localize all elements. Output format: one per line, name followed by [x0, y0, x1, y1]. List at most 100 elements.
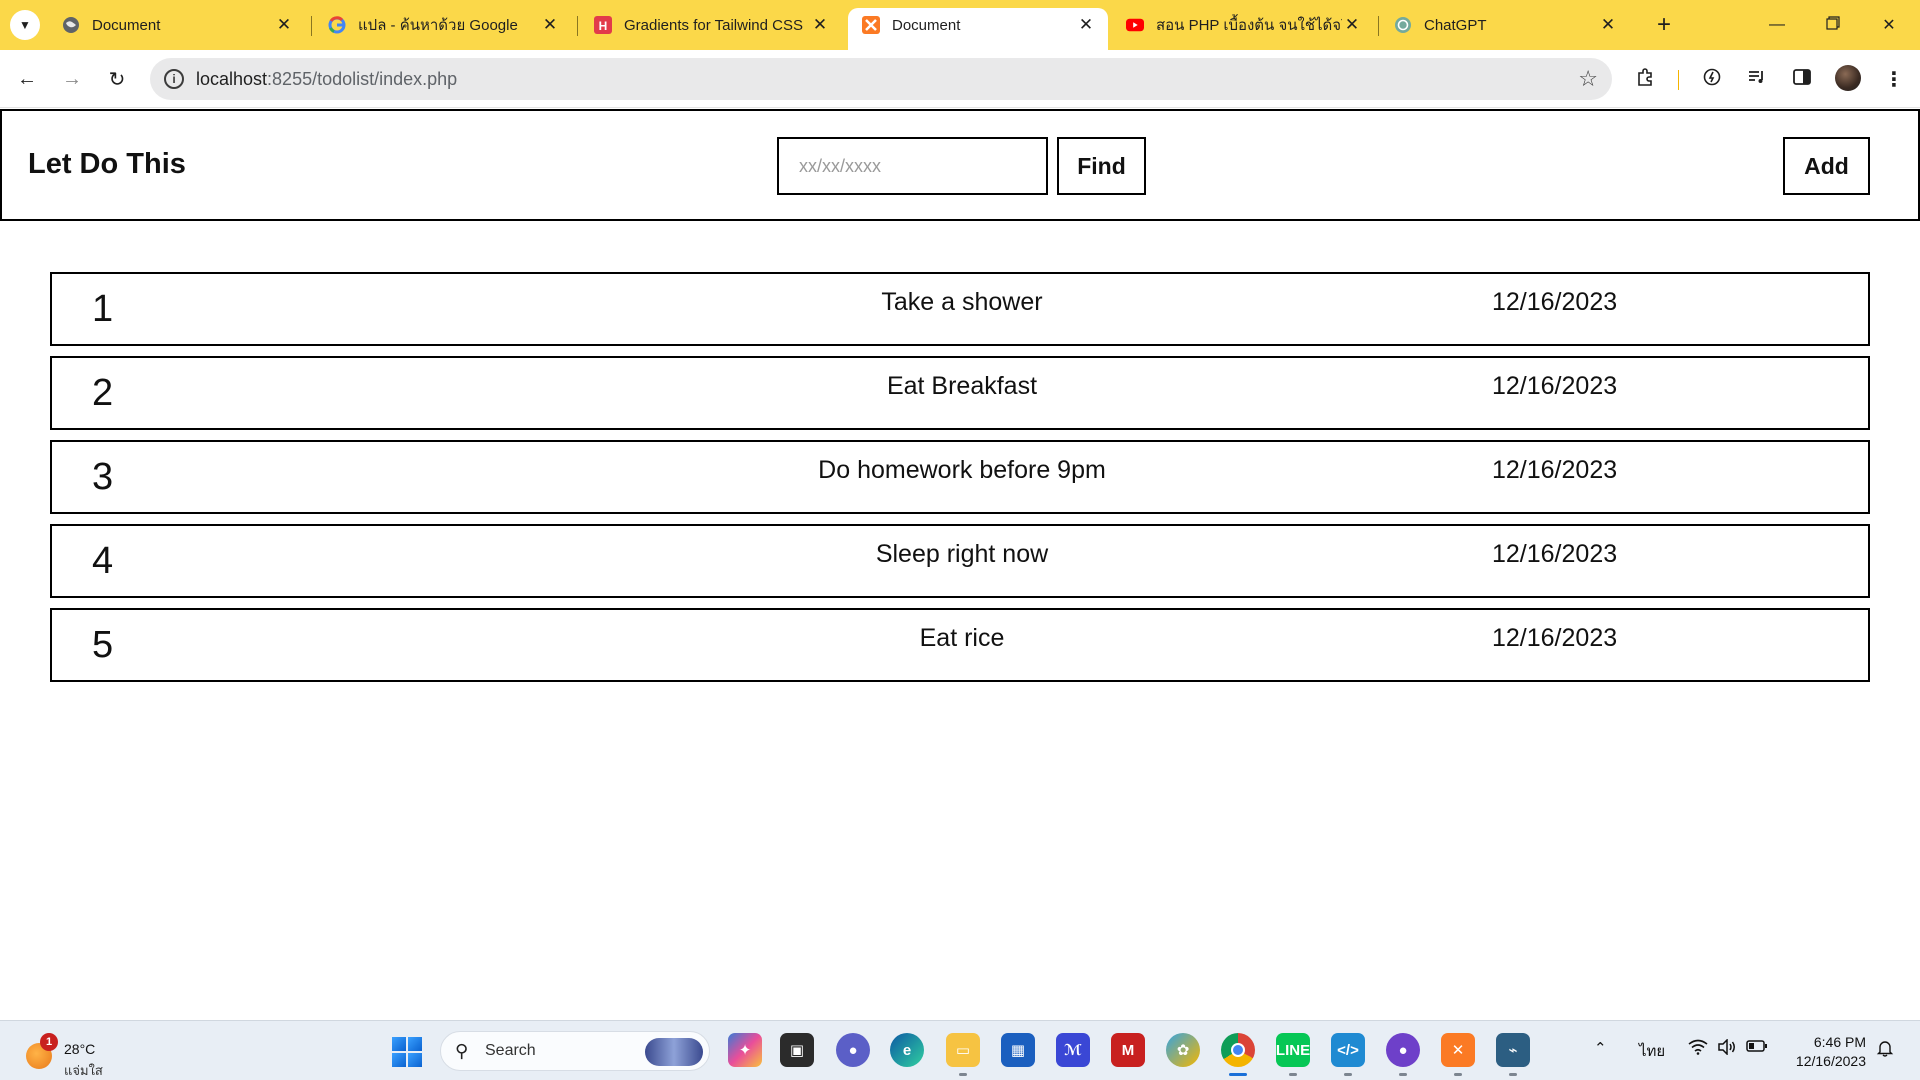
- restore-button[interactable]: [1808, 8, 1858, 42]
- search-highlight-image: [645, 1038, 703, 1066]
- xampp-icon[interactable]: ✕: [1441, 1033, 1475, 1067]
- vscode-icon[interactable]: </>: [1331, 1033, 1365, 1067]
- file-explorer-icon[interactable]: ▭: [946, 1033, 980, 1067]
- bookmark-star-icon[interactable]: ☆: [1578, 66, 1598, 92]
- github-icon[interactable]: ●: [1386, 1033, 1420, 1067]
- browser-tab-5[interactable]: สอน PHP เบื้องต้น จนใช้ได้จริง ✕: [1112, 8, 1374, 42]
- browser-tabstrip: ▼ Document ✕ แปล - ค้นหาด้วย Google ✕ H …: [0, 0, 1920, 50]
- svg-text:H: H: [599, 19, 608, 33]
- windows-taskbar: 1 28°C แจ่มใส ⚲ Search ✦ ▣ ● e ▭ ▦ ℳ M ✿…: [0, 1020, 1920, 1080]
- tab-title: Document: [892, 16, 961, 34]
- show-hidden-icons-chevron-icon[interactable]: ⌃: [1594, 1039, 1607, 1057]
- line-icon[interactable]: LINE: [1276, 1033, 1310, 1067]
- music-queue-icon: [1747, 67, 1767, 92]
- battery-icon[interactable]: [1746, 1039, 1768, 1057]
- todo-row[interactable]: 2 Eat Breakfast 12/16/2023: [50, 356, 1870, 430]
- start-button[interactable]: [392, 1037, 422, 1067]
- todo-date: 12/16/2023: [1492, 288, 1618, 316]
- tab-search-button[interactable]: ▼: [10, 10, 40, 40]
- todo-number: 3: [92, 456, 114, 498]
- windows-logo-tile: [408, 1037, 422, 1051]
- volume-icon[interactable]: [1717, 1038, 1737, 1059]
- extensions-button[interactable]: [1631, 64, 1661, 94]
- running-indicator: [1289, 1073, 1297, 1076]
- close-icon[interactable]: ✕: [1598, 15, 1618, 35]
- tab-title: แปล - ค้นหาด้วย Google: [358, 17, 518, 34]
- minimize-button[interactable]: —: [1752, 8, 1802, 42]
- clock-date: 12/16/2023: [1795, 1053, 1866, 1069]
- chrome-icon[interactable]: [1221, 1033, 1255, 1067]
- weather-temperature: 28°C: [64, 1041, 96, 1057]
- close-icon[interactable]: ✕: [1342, 15, 1362, 35]
- close-icon[interactable]: ✕: [810, 15, 830, 35]
- todo-row[interactable]: 5 Eat rice 12/16/2023: [50, 608, 1870, 682]
- side-panel-button[interactable]: [1787, 64, 1817, 94]
- close-window-button[interactable]: ✕: [1864, 8, 1914, 42]
- notification-bell-icon[interactable]: [1876, 1039, 1894, 1061]
- performance-button[interactable]: [1697, 64, 1727, 94]
- mysql-workbench-icon[interactable]: ⌁: [1496, 1033, 1530, 1067]
- back-button[interactable]: ←: [12, 64, 42, 94]
- google-icon: [328, 16, 346, 34]
- wifi-icon[interactable]: [1688, 1039, 1708, 1059]
- close-icon: ✕: [1882, 17, 1896, 34]
- browser-tab-4[interactable]: Document ✕: [848, 8, 1108, 50]
- notification-badge: 1: [40, 1033, 58, 1051]
- microsoft-store-icon[interactable]: ▦: [1001, 1033, 1035, 1067]
- close-icon[interactable]: ✕: [274, 15, 294, 35]
- profile-avatar[interactable]: [1835, 65, 1861, 91]
- running-indicator: [1399, 1073, 1407, 1076]
- windows-logo-tile: [392, 1053, 406, 1067]
- task-view-icon[interactable]: ▣: [780, 1033, 814, 1067]
- teams-chat-icon[interactable]: ●: [836, 1033, 870, 1067]
- photos-icon[interactable]: ✿: [1166, 1033, 1200, 1067]
- running-indicator: [1454, 1073, 1462, 1076]
- app-title: Let Do This: [28, 148, 186, 180]
- address-bar[interactable]: i localhost:8255/todolist/index.php ☆: [150, 58, 1612, 100]
- chrome-menu-button[interactable]: ⋮: [1879, 64, 1909, 94]
- tab-title: Document: [92, 16, 161, 34]
- weather-widget[interactable]: 1 28°C แจ่มใส: [22, 1031, 132, 1078]
- reload-button[interactable]: ↻: [102, 64, 132, 94]
- forward-button[interactable]: →: [57, 64, 87, 94]
- system-clock[interactable]: 6:46 PM 12/16/2023: [1788, 1033, 1866, 1071]
- toolbar-divider: [1678, 70, 1679, 90]
- search-icon: ⚲: [455, 1041, 469, 1061]
- url-text: localhost:8255/todolist/index.php: [196, 69, 457, 90]
- restore-icon: [1826, 15, 1840, 35]
- copilot-icon[interactable]: ✦: [728, 1033, 762, 1067]
- browser-tab-2[interactable]: แปล - ค้นหาด้วย Google ✕: [314, 8, 572, 42]
- browser-tab-6[interactable]: ChatGPT ✕: [1380, 8, 1630, 42]
- close-icon[interactable]: ✕: [1076, 15, 1096, 35]
- edge-icon[interactable]: e: [890, 1033, 924, 1067]
- new-tab-button[interactable]: +: [1650, 11, 1678, 39]
- arrow-left-icon: ←: [17, 67, 37, 90]
- youtube-icon: [1126, 16, 1144, 34]
- add-button[interactable]: Add: [1783, 137, 1870, 195]
- weather-description: แจ่มใส: [64, 1063, 103, 1078]
- chatgpt-icon: [1394, 16, 1412, 34]
- media-control-button[interactable]: [1742, 64, 1772, 94]
- close-icon[interactable]: ✕: [540, 15, 560, 35]
- whiteboard-icon[interactable]: ℳ: [1056, 1033, 1090, 1067]
- tab-divider: [1378, 16, 1379, 36]
- running-indicator: [1344, 1073, 1352, 1076]
- todo-number: 5: [92, 624, 114, 666]
- find-button[interactable]: Find: [1057, 137, 1146, 195]
- todo-row[interactable]: 1 Take a shower 12/16/2023: [50, 272, 1870, 346]
- mcafee-icon[interactable]: M: [1111, 1033, 1145, 1067]
- input-language[interactable]: ไทย: [1639, 1039, 1665, 1063]
- todo-row[interactable]: 3 Do homework before 9pm 12/16/2023: [50, 440, 1870, 514]
- date-search-input[interactable]: [777, 137, 1048, 195]
- minimize-icon: —: [1769, 16, 1785, 33]
- taskbar-search-box[interactable]: ⚲ Search: [440, 1031, 710, 1071]
- globe-icon: [62, 16, 80, 34]
- info-icon[interactable]: i: [164, 69, 184, 89]
- tab-divider: [311, 16, 312, 36]
- url-host: localhost: [196, 69, 268, 89]
- browser-tab-1[interactable]: Document ✕: [48, 8, 306, 42]
- url-path: :8255/todolist/index.php: [267, 69, 458, 89]
- todo-row[interactable]: 4 Sleep right now 12/16/2023: [50, 524, 1870, 598]
- tab-title: Gradients for Tailwind CSS: [624, 16, 803, 34]
- browser-tab-3[interactable]: H Gradients for Tailwind CSS ✕: [580, 8, 842, 42]
